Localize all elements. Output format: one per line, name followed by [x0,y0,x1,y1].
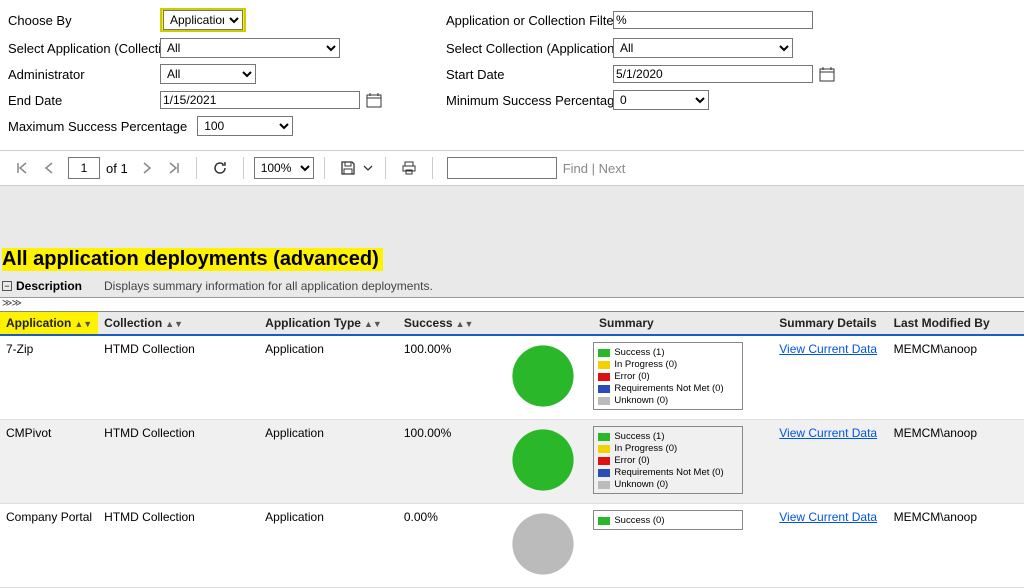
select-coll-app-label: Select Collection (Application) [446,41,613,56]
min-succ-select[interactable]: 0 [613,90,709,110]
app-filter-input[interactable] [613,11,813,29]
admin-select[interactable]: All [160,64,256,84]
cell-modified-by: MEMCM\anoop [888,504,1024,588]
cell-collection: HTMD Collection [98,420,259,504]
pie-chart-icon [509,426,577,494]
print-icon[interactable] [396,155,422,181]
view-current-data-link[interactable]: View Current Data [779,426,877,440]
col-collection[interactable]: Collection▲▼ [98,312,259,335]
calendar-icon[interactable] [819,66,835,82]
legend: Success (0) [593,510,743,530]
prev-page-icon[interactable] [36,155,62,181]
table-row: Company Portal HTMD Collection Applicati… [0,504,1024,588]
cell-success: 100.00% [398,420,480,504]
col-application[interactable]: Application▲▼ [0,312,98,335]
cell-modified-by: MEMCM\anoop [888,335,1024,420]
choose-by-label: Choose By [8,13,160,28]
cell-modified-by: MEMCM\anoop [888,420,1024,504]
view-current-data-link[interactable]: View Current Data [779,510,877,524]
cell-application: 7-Zip [0,335,98,420]
report-title: All application deployments (advanced) [0,242,1024,275]
sort-icon: ▲▼ [456,319,474,329]
end-date-input[interactable] [160,91,360,109]
pie-chart-icon [509,342,577,410]
save-dropdown-icon[interactable] [361,155,375,181]
description-label: Description [16,279,82,293]
cell-summary: Success (1) In Progress (0) Error (0) Re… [479,335,773,420]
cell-collection: HTMD Collection [98,335,259,420]
find-next-label[interactable]: Find | Next [563,161,626,176]
col-summary-details: Summary Details [773,312,887,335]
save-icon[interactable] [335,155,361,181]
col-modified-by: Last Modified By [888,312,1024,335]
table-header-row: Application▲▼ Collection▲▼ Application T… [0,312,1024,335]
last-page-icon[interactable] [160,155,186,181]
legend: Success (1) In Progress (0) Error (0) Re… [593,342,743,410]
cell-success: 0.00% [398,504,480,588]
view-current-data-link[interactable]: View Current Data [779,342,877,356]
select-coll-app-select[interactable]: All [613,38,793,58]
calendar-icon[interactable] [366,92,382,108]
col-summary: Summary [479,312,773,335]
expand-indicator: ≫≫ [0,298,1024,312]
refresh-icon[interactable] [207,155,233,181]
legend: Success (1) In Progress (0) Error (0) Re… [593,426,743,494]
page-input[interactable] [68,157,100,179]
description-text: Displays summary information for all app… [104,279,433,293]
start-date-label: Start Date [446,67,613,82]
admin-label: Administrator [8,67,160,82]
find-input[interactable] [447,157,557,179]
sort-icon: ▲▼ [165,319,183,329]
zoom-select[interactable]: 100% [254,157,314,179]
select-app-coll-label: Select Application (Collection) [8,41,160,56]
end-date-label: End Date [8,93,160,108]
cell-type: Application [259,420,398,504]
sort-icon: ▲▼ [364,319,382,329]
choose-by-highlight: Application [160,8,246,32]
cell-type: Application [259,335,398,420]
app-filter-label: Application or Collection Filter [446,13,613,28]
max-succ-label: Maximum Success Percentage [8,119,193,134]
cell-collection: HTMD Collection [98,504,259,588]
table-row: 7-Zip HTMD Collection Application 100.00… [0,335,1024,420]
cell-type: Application [259,504,398,588]
start-date-input[interactable] [613,65,813,83]
col-success[interactable]: Success▲▼ [398,312,480,335]
select-app-coll-select[interactable]: All [160,38,340,58]
pie-chart-icon [509,510,577,578]
cell-summary: Success (0) [479,504,773,588]
cell-summary: Success (1) In Progress (0) Error (0) Re… [479,420,773,504]
sort-icon: ▲▼ [74,319,92,329]
col-app-type[interactable]: Application Type▲▼ [259,312,398,335]
table-row: CMPivot HTMD Collection Application 100.… [0,420,1024,504]
cell-application: CMPivot [0,420,98,504]
cell-success: 100.00% [398,335,480,420]
next-page-icon[interactable] [134,155,160,181]
cell-application: Company Portal [0,504,98,588]
page-of-label: of 1 [106,161,128,176]
max-succ-select[interactable]: 100 [197,116,293,136]
min-succ-label: Minimum Success Percentage [446,93,613,108]
collapse-icon[interactable]: − [2,281,12,291]
choose-by-select[interactable]: Application [163,10,243,30]
first-page-icon[interactable] [10,155,36,181]
